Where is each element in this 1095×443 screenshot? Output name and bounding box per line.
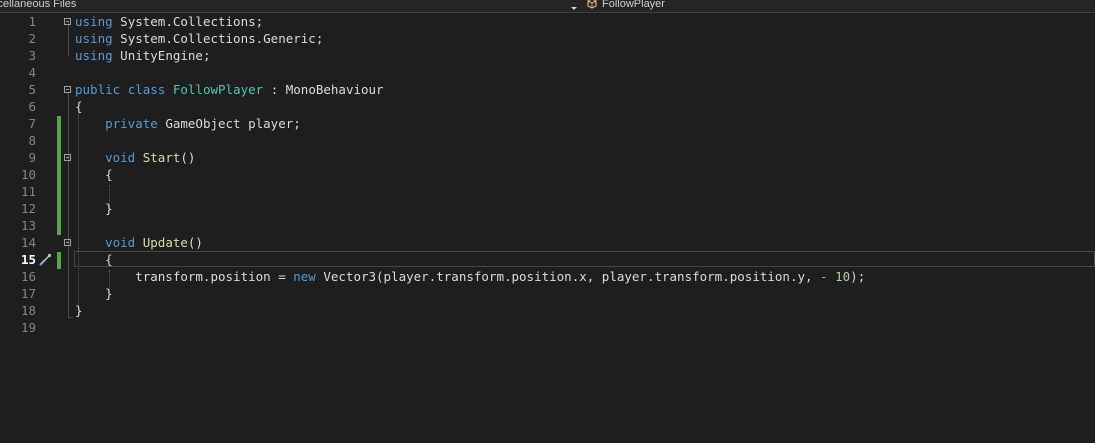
code-line[interactable]: using System.Collections; — [75, 13, 263, 30]
line-number: 3 — [28, 48, 36, 63]
line-number: 6 — [28, 99, 36, 114]
project-dropdown-arrow-icon[interactable] — [571, 7, 577, 10]
line-number: 18 — [20, 303, 36, 318]
line-number: 14 — [20, 235, 36, 250]
code-line[interactable]: using UnityEngine; — [75, 47, 210, 64]
line-number: 11 — [20, 184, 36, 199]
line-number: 1 — [28, 14, 36, 29]
line-number: 13 — [20, 218, 36, 233]
line-number: 4 — [28, 65, 36, 80]
code-line[interactable]: transform.position = new Vector3(player.… — [75, 268, 865, 285]
member-label: FollowPlayer — [602, 0, 665, 10]
code-line[interactable]: void Update() — [75, 234, 203, 251]
project-dropdown[interactable]: scellaneous Files — [0, 0, 583, 12]
line-number: 5 — [28, 82, 36, 97]
code-line[interactable]: { — [75, 166, 113, 183]
line-number: 19 — [20, 320, 36, 335]
member-dropdown[interactable]: FollowPlayer — [586, 0, 665, 12]
line-number: 10 — [20, 167, 36, 182]
line-number: 16 — [20, 269, 36, 284]
project-label: scellaneous Files — [0, 0, 77, 10]
code-line[interactable]: public class FollowPlayer : MonoBehaviou… — [75, 81, 384, 98]
line-number: 7 — [28, 116, 36, 131]
code-line[interactable]: void Start() — [75, 149, 195, 166]
line-number: 8 — [28, 133, 36, 148]
line-number: 17 — [20, 286, 36, 301]
code-line[interactable]: } — [75, 285, 113, 302]
code-line[interactable]: } — [75, 302, 83, 319]
class-member-icon — [587, 0, 597, 9]
code-line[interactable]: } — [75, 200, 113, 217]
code-editor[interactable]: 1 2 3 4 5 6 7 8 9 10 11 12 13 14 15 16 1… — [0, 13, 1095, 443]
line-number-current: 15 — [20, 252, 36, 267]
line-number: 2 — [28, 31, 36, 46]
navigation-bar: scellaneous Files FollowPlayer — [0, 0, 1095, 13]
line-number: 12 — [20, 201, 36, 216]
code-line[interactable]: using System.Collections.Generic; — [75, 30, 323, 47]
code-line[interactable]: private GameObject player; — [75, 115, 301, 132]
code-line[interactable]: { — [75, 98, 83, 115]
code-line-current[interactable]: { — [75, 251, 113, 268]
line-number: 9 — [28, 150, 36, 165]
